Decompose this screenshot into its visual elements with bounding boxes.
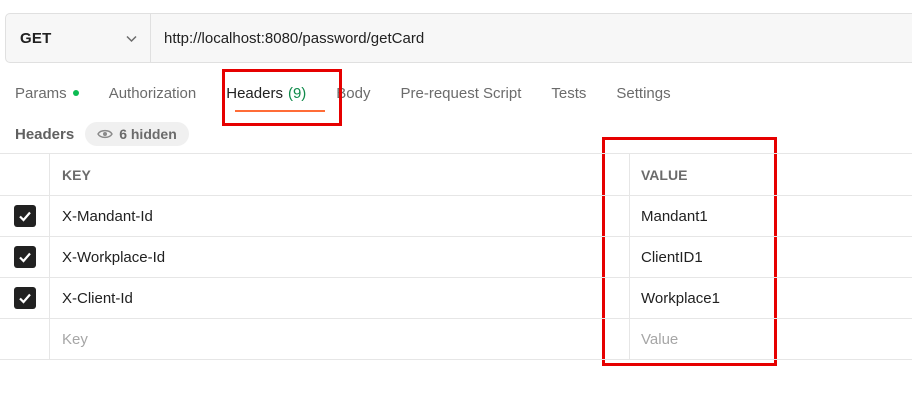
headers-table: KEY VALUE X-Mandant-Id Mandant1 X-Workpl… bbox=[0, 153, 912, 360]
check-icon bbox=[18, 211, 31, 222]
header-key-cell[interactable]: X-Client-Id bbox=[50, 278, 630, 318]
table-row-new: Key Value bbox=[0, 319, 912, 360]
row-check-cell bbox=[0, 319, 50, 359]
params-indicator-dot bbox=[72, 90, 79, 96]
row-check-cell bbox=[0, 196, 50, 236]
header-check-cell bbox=[0, 154, 50, 195]
request-bar: GET http://localhost:8080/password/getCa… bbox=[5, 13, 912, 63]
url-input[interactable]: http://localhost:8080/password/getCard bbox=[151, 14, 912, 62]
table-header-row: KEY VALUE bbox=[0, 153, 912, 196]
column-header-key: KEY bbox=[50, 154, 630, 195]
header-key-cell[interactable]: X-Workplace-Id bbox=[50, 237, 630, 277]
table-row: X-Client-Id Workplace1 bbox=[0, 278, 912, 319]
tab-authorization[interactable]: Authorization bbox=[109, 85, 197, 102]
tab-tests-label: Tests bbox=[551, 84, 587, 102]
tab-settings-label: Settings bbox=[616, 84, 671, 102]
row-checkbox[interactable] bbox=[13, 287, 36, 309]
headers-sub-bar: Headers 6 hidden bbox=[15, 122, 189, 146]
header-value-cell[interactable]: Mandant1 bbox=[630, 196, 912, 236]
hidden-headers-label: 6 hidden bbox=[119, 126, 177, 142]
new-key-input[interactable]: Key bbox=[50, 319, 630, 359]
tab-settings[interactable]: Settings bbox=[616, 85, 670, 102]
tab-tests[interactable]: Tests bbox=[551, 85, 586, 102]
tab-params[interactable]: Params bbox=[15, 85, 79, 102]
column-header-value: VALUE bbox=[641, 166, 688, 183]
tab-pre-request-script[interactable]: Pre-request Script bbox=[401, 85, 522, 102]
request-tabs: Params Authorization Headers (9) Body Pr… bbox=[15, 82, 701, 104]
row-check-cell bbox=[0, 237, 50, 277]
row-checkbox[interactable] bbox=[13, 246, 36, 268]
eye-icon bbox=[97, 129, 114, 139]
new-value-input[interactable]: Value bbox=[630, 319, 912, 359]
hidden-headers-toggle[interactable]: 6 hidden bbox=[85, 122, 189, 146]
headers-section-title: Headers bbox=[15, 125, 75, 143]
method-select[interactable]: GET bbox=[6, 14, 151, 62]
tab-pre-request-script-label: Pre-request Script bbox=[400, 84, 522, 102]
row-checkbox[interactable] bbox=[13, 205, 36, 227]
table-row: X-Mandant-Id Mandant1 bbox=[0, 196, 912, 237]
method-label: GET bbox=[20, 29, 52, 47]
header-key-cell[interactable]: X-Mandant-Id bbox=[50, 196, 630, 236]
tab-params-label: Params bbox=[15, 84, 67, 102]
check-icon bbox=[18, 252, 31, 263]
check-icon bbox=[18, 293, 31, 304]
table-row: X-Workplace-Id ClientID1 bbox=[0, 237, 912, 278]
header-value-cell[interactable]: ClientID1 bbox=[630, 237, 912, 277]
headers-tab-highlight-box bbox=[222, 69, 342, 126]
header-value-cell[interactable]: Workplace1 bbox=[630, 278, 912, 318]
chevron-down-icon bbox=[126, 35, 137, 43]
tab-authorization-label: Authorization bbox=[108, 84, 197, 102]
row-check-cell bbox=[0, 278, 50, 318]
